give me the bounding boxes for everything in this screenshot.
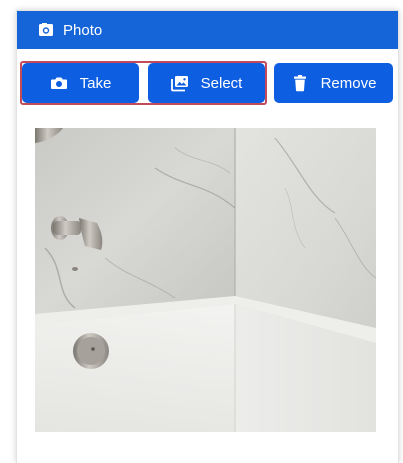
select-photo-button[interactable]: Select [148,63,265,103]
bathtub-photo-image [35,128,376,432]
remove-photo-button[interactable]: Remove [274,63,393,103]
card-header: Photo [17,11,398,49]
photo-toolbar: Take Select Remove [17,57,398,109]
button-group-divider [137,61,149,105]
remove-button-label: Remove [320,74,377,92]
select-button-label: Select [200,74,243,92]
camera-icon [50,74,68,92]
take-photo-button[interactable]: Take [22,63,139,103]
photo-preview [35,128,376,432]
photo-card: Photo Take Select Remove [16,10,399,463]
trash-icon [291,74,309,92]
take-button-label: Take [79,74,112,92]
camera-box-icon [38,22,54,38]
header-title: Photo [63,21,103,39]
image-icon [170,74,189,92]
